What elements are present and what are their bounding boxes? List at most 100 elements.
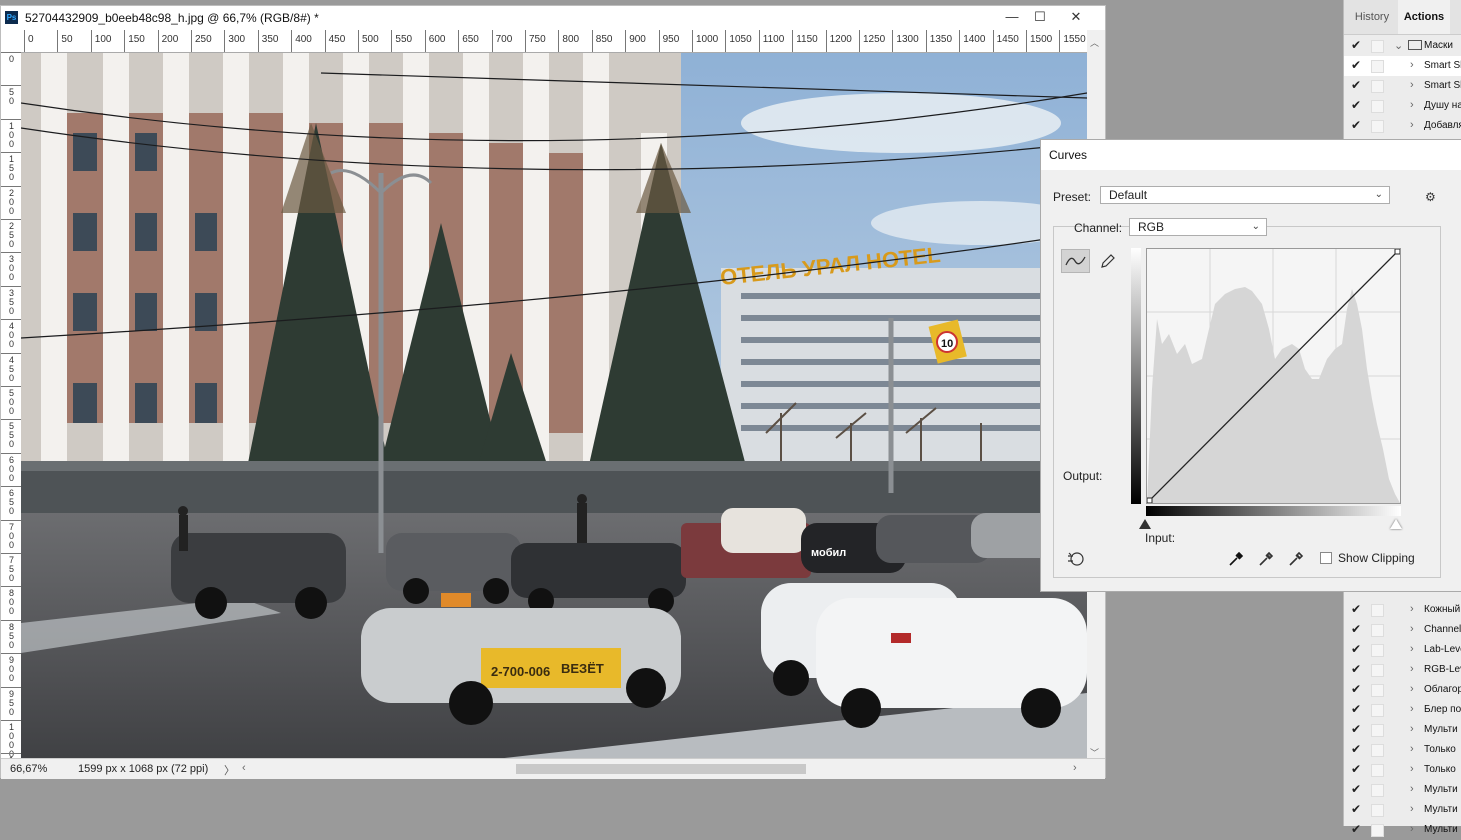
dialog-toggle-box[interactable] xyxy=(1371,804,1384,817)
action-item[interactable]: ✔ › RGB-Lev xyxy=(1344,660,1461,680)
checkmark-icon[interactable]: ✔ xyxy=(1351,782,1361,796)
chevron-right-icon[interactable]: › xyxy=(1410,663,1414,675)
chevron-right-icon[interactable]: › xyxy=(1410,59,1414,71)
chevron-right-icon[interactable]: › xyxy=(1410,783,1414,795)
white-point-slider[interactable] xyxy=(1390,519,1402,529)
dialog-toggle-box[interactable] xyxy=(1371,664,1384,677)
checkmark-icon[interactable]: ✔ xyxy=(1351,822,1361,836)
pencil-tool-button[interactable] xyxy=(1098,251,1118,271)
info-chevron-icon[interactable]: 〉 xyxy=(224,762,235,778)
white-eyedropper-button[interactable] xyxy=(1287,550,1305,568)
show-clipping-checkbox[interactable] xyxy=(1320,552,1332,564)
chevron-right-icon[interactable]: › xyxy=(1410,603,1414,615)
document-title-bar[interactable]: Ps 52704432909_b0eeb48c98_h.jpg @ 66,7% … xyxy=(1,6,1105,30)
chevron-right-icon[interactable]: › xyxy=(1410,703,1414,715)
black-point-slider[interactable] xyxy=(1139,519,1151,529)
chevron-right-icon[interactable]: › xyxy=(1410,763,1414,775)
checkmark-icon[interactable]: ✔ xyxy=(1351,762,1361,776)
action-item[interactable]: ✔ › Мульти xyxy=(1344,820,1461,840)
chevron-right-icon[interactable]: › xyxy=(1410,743,1414,755)
chevron-right-icon[interactable]: › xyxy=(1410,119,1414,131)
black-eyedropper-button[interactable] xyxy=(1227,550,1245,568)
dialog-toggle-box[interactable] xyxy=(1371,764,1384,777)
checkmark-icon[interactable]: ✔ xyxy=(1351,702,1361,716)
horizontal-ruler[interactable]: 0 50 100 150 200 250 300 350 400 450 500 550 600 650 7… xyxy=(21,30,1087,53)
action-item[interactable]: ✔ › Smart Sh xyxy=(1344,56,1461,76)
gear-icon[interactable]: ⚙ xyxy=(1425,190,1436,204)
dialog-toggle-box[interactable] xyxy=(1371,604,1384,617)
image-canvas[interactable]: ОТЕЛЬ УРАЛ HOTEL 10 мобил 2-700-006 ВЕЗЁ… xyxy=(21,53,1087,764)
curves-title-bar[interactable]: Curves xyxy=(1041,140,1461,170)
chevron-right-icon[interactable]: › xyxy=(1410,823,1414,835)
dialog-toggle-box[interactable] xyxy=(1371,624,1384,637)
chevron-right-icon[interactable]: › xyxy=(1410,723,1414,735)
minimize-button[interactable]: — xyxy=(998,7,1026,27)
checkmark-icon[interactable]: ✔ xyxy=(1351,802,1361,816)
scroll-up-icon[interactable]: ︿ xyxy=(1090,36,1099,49)
scroll-right-icon[interactable]: › xyxy=(1073,762,1077,774)
tab-actions[interactable]: Actions xyxy=(1398,0,1450,34)
checkmark-icon[interactable]: ✔ xyxy=(1351,642,1361,656)
chevron-right-icon[interactable]: › xyxy=(1410,683,1414,695)
action-item[interactable]: ✔ › Smart Sh xyxy=(1344,76,1461,96)
action-item[interactable]: ✔ › Только xyxy=(1344,740,1461,760)
vertical-ruler[interactable]: 0 5 0 1 0 0 1 5 0 2 0 0 2 5 0 3 0 0 3 5 0 4 0 0 4… xyxy=(1,52,22,764)
dialog-toggle-box[interactable] xyxy=(1371,704,1384,717)
checkmark-icon[interactable]: ✔ xyxy=(1351,622,1361,636)
maximize-button[interactable]: ☐ xyxy=(1026,7,1054,27)
action-item[interactable]: ✔ › Мульти xyxy=(1344,800,1461,820)
vruler-tick: 5 0 0 xyxy=(1,386,21,416)
action-item[interactable]: ✔ › Мульти xyxy=(1344,780,1461,800)
checkmark-icon[interactable]: ✔ xyxy=(1351,98,1361,112)
checkmark-icon[interactable]: ✔ xyxy=(1351,682,1361,696)
dialog-toggle-box[interactable] xyxy=(1371,724,1384,737)
action-item[interactable]: ✔ › Добавля xyxy=(1344,116,1461,136)
action-label: Smart Sh xyxy=(1424,60,1461,71)
checkmark-icon[interactable]: ✔ xyxy=(1351,742,1361,756)
dialog-toggle-box[interactable] xyxy=(1371,40,1384,53)
chevron-right-icon[interactable]: › xyxy=(1410,643,1414,655)
chevron-right-icon[interactable]: › xyxy=(1410,803,1414,815)
chevron-right-icon[interactable]: › xyxy=(1410,79,1414,91)
gray-eyedropper-button[interactable] xyxy=(1257,550,1275,568)
channel-dropdown[interactable]: RGB ⌄ xyxy=(1129,218,1267,236)
dialog-toggle-box[interactable] xyxy=(1371,120,1384,133)
tab-history[interactable]: History xyxy=(1348,0,1396,34)
chevron-down-icon[interactable]: ⌄ xyxy=(1394,39,1403,52)
action-item[interactable]: ✔ › Душу на xyxy=(1344,96,1461,116)
checkmark-icon[interactable]: ✔ xyxy=(1351,38,1361,52)
scroll-left-icon[interactable]: ‹ xyxy=(242,762,246,774)
dialog-toggle-box[interactable] xyxy=(1371,644,1384,657)
action-item[interactable]: ✔ › Только xyxy=(1344,760,1461,780)
dialog-toggle-box[interactable] xyxy=(1371,744,1384,757)
checkmark-icon[interactable]: ✔ xyxy=(1351,78,1361,92)
action-item[interactable]: ✔ › Облагор xyxy=(1344,680,1461,700)
checkmark-icon[interactable]: ✔ xyxy=(1351,58,1361,72)
dialog-toggle-box[interactable] xyxy=(1371,60,1384,73)
dialog-toggle-box[interactable] xyxy=(1371,100,1384,113)
curve-points-tool-button[interactable] xyxy=(1061,249,1090,273)
action-item[interactable]: ✔ › Lab-Leve xyxy=(1344,640,1461,660)
checkmark-icon[interactable]: ✔ xyxy=(1351,118,1361,132)
dialog-toggle-box[interactable] xyxy=(1371,80,1384,93)
horizontal-scroll-thumb[interactable] xyxy=(516,764,806,774)
checkmark-icon[interactable]: ✔ xyxy=(1351,722,1361,736)
action-item[interactable]: ✔ › Channel xyxy=(1344,620,1461,640)
dialog-toggle-box[interactable] xyxy=(1371,684,1384,697)
action-item[interactable]: ✔ ⌄ Маски xyxy=(1344,36,1461,56)
checkmark-icon[interactable]: ✔ xyxy=(1351,662,1361,676)
curves-graph[interactable] xyxy=(1146,248,1401,504)
on-image-adjust-button[interactable] xyxy=(1066,550,1086,568)
vruler-tick: 3 0 0 xyxy=(1,252,21,282)
zoom-level[interactable]: 66,67% xyxy=(10,763,47,775)
dialog-toggle-box[interactable] xyxy=(1371,784,1384,797)
checkmark-icon[interactable]: ✔ xyxy=(1351,602,1361,616)
action-item[interactable]: ✔ › Блер по xyxy=(1344,700,1461,720)
action-item[interactable]: ✔ › Мульти xyxy=(1344,720,1461,740)
preset-dropdown[interactable]: Default ⌄ xyxy=(1100,186,1390,204)
chevron-right-icon[interactable]: › xyxy=(1410,99,1414,111)
action-item[interactable]: ✔ › Кожный xyxy=(1344,600,1461,620)
close-button[interactable]: ✕ xyxy=(1062,7,1090,27)
chevron-right-icon[interactable]: › xyxy=(1410,623,1414,635)
output-label: Output: xyxy=(1063,469,1103,483)
